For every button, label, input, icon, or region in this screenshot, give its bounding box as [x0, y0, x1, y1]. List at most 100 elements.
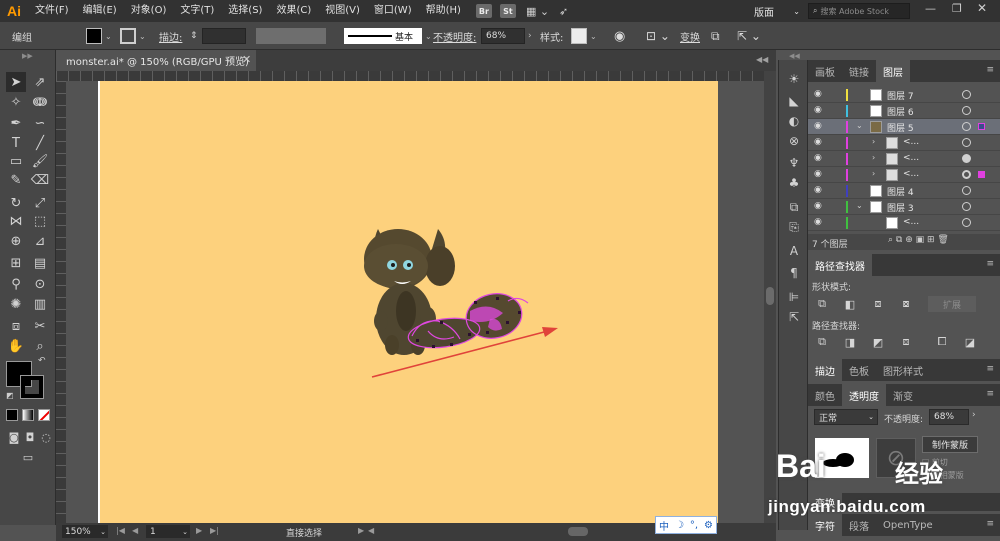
- direct-selection-tool-icon[interactable]: ⇗: [30, 72, 50, 92]
- rectangle-tool-icon[interactable]: ▭: [6, 151, 26, 171]
- perspective-grid-tool-icon[interactable]: ⊿: [30, 231, 50, 251]
- menu-effect[interactable]: 效果(C): [269, 0, 318, 22]
- selection-indicator[interactable]: [978, 123, 985, 130]
- panel-menu-icon[interactable]: ≡: [986, 364, 994, 374]
- previous-artboard-button[interactable]: ◀: [132, 526, 138, 535]
- target-icon[interactable]: [962, 106, 971, 115]
- menu-edit[interactable]: 编辑(E): [76, 0, 124, 22]
- recolor-artwork-icon[interactable]: ◉: [614, 28, 625, 44]
- collapse-icon[interactable]: ◀◀: [789, 52, 800, 60]
- eye-icon[interactable]: ◉: [814, 201, 822, 211]
- tab-character[interactable]: 字符: [808, 514, 842, 536]
- expand-button[interactable]: 扩展: [928, 296, 976, 312]
- isolate-group-icon[interactable]: ⧉: [711, 28, 720, 44]
- eye-icon[interactable]: ◉: [814, 105, 822, 115]
- shaper-tool-icon[interactable]: ✎: [6, 170, 26, 190]
- eye-icon[interactable]: ◉: [814, 169, 822, 179]
- eye-icon[interactable]: ◉: [814, 185, 822, 195]
- layer-row[interactable]: ◉ 图层 7: [808, 87, 1000, 103]
- tab-paragraph[interactable]: 段落: [842, 514, 876, 536]
- target-icon[interactable]: [962, 218, 971, 227]
- target-icon[interactable]: [962, 138, 971, 147]
- mesh-tool-icon[interactable]: ⊞: [6, 253, 26, 273]
- close-window-button[interactable]: ✕: [977, 1, 987, 15]
- minus-front-icon[interactable]: ◧: [842, 296, 858, 312]
- layer-row[interactable]: ◉ ⌄ 图层 3: [808, 199, 1000, 215]
- tab-swatches[interactable]: 色板: [842, 359, 876, 381]
- tab-stroke[interactable]: 描边: [808, 359, 842, 381]
- chevron-down-icon[interactable]: ⌄: [856, 121, 863, 130]
- draw-inside-icon[interactable]: ◌: [36, 427, 56, 447]
- tab-opentype[interactable]: OpenType: [876, 514, 940, 536]
- menu-file[interactable]: 文件(F): [28, 0, 76, 22]
- maximize-button[interactable]: ❐: [952, 2, 962, 15]
- eye-icon[interactable]: ◉: [814, 217, 822, 227]
- bridge-button[interactable]: Br: [475, 4, 492, 18]
- type-tool-icon[interactable]: T: [6, 133, 26, 153]
- menu-type[interactable]: 文字(T): [173, 0, 221, 22]
- vertical-ruler[interactable]: [56, 81, 66, 523]
- color-mode-icon[interactable]: [6, 409, 18, 421]
- divide-icon[interactable]: ⧉: [814, 334, 830, 350]
- layer-row[interactable]: ◉ › <...: [808, 167, 1000, 183]
- asset-export-icon[interactable]: ⎘: [785, 218, 803, 236]
- gpu-rocket-icon[interactable]: ➶: [559, 5, 568, 18]
- panel-menu-icon[interactable]: ≡: [986, 389, 994, 399]
- zoom-tool-icon[interactable]: ⌕: [30, 336, 50, 356]
- monster-artwork[interactable]: [98, 81, 718, 523]
- panel-menu-icon[interactable]: ≡: [986, 65, 994, 75]
- export-icon[interactable]: ⇱: [785, 308, 803, 326]
- vertical-scroll-thumb[interactable]: [766, 287, 774, 305]
- workspace-switcher[interactable]: 版面 ⌄: [754, 3, 800, 19]
- graphic-styles-icon[interactable]: ⊗: [785, 132, 803, 150]
- selection-indicator[interactable]: [978, 171, 985, 178]
- crop-icon[interactable]: ⧈: [898, 334, 914, 350]
- exclude-icon[interactable]: ⧇: [898, 296, 914, 312]
- tab-links[interactable]: 链接: [842, 60, 876, 82]
- tab-layers[interactable]: 图层: [876, 60, 910, 82]
- tab-gradient[interactable]: 渐变: [886, 384, 920, 406]
- color-guide-icon[interactable]: ☀: [785, 70, 803, 88]
- layer-row[interactable]: ◉ 图层 4: [808, 183, 1000, 199]
- zoom-level-field[interactable]: 150% ⌄: [62, 525, 108, 538]
- punctuation-icon[interactable]: °,: [690, 520, 698, 531]
- screen-mode-icon[interactable]: ▭: [18, 447, 38, 467]
- chevron-right-icon[interactable]: ›: [972, 410, 976, 420]
- target-icon[interactable]: [962, 154, 971, 163]
- eraser-tool-icon[interactable]: ⌫: [30, 170, 50, 190]
- moon-icon[interactable]: ☽: [675, 520, 684, 531]
- transparency-opacity-field[interactable]: 68%: [929, 409, 969, 425]
- gradient-tool-icon[interactable]: ▤: [30, 253, 50, 273]
- menu-window[interactable]: 窗口(W): [367, 0, 419, 22]
- graphic-style-control[interactable]: ⌄: [571, 28, 597, 44]
- libraries-icon[interactable]: ⧉: [785, 198, 803, 216]
- tab-transparency[interactable]: 透明度: [842, 384, 886, 406]
- target-icon[interactable]: [962, 202, 971, 211]
- menu-select[interactable]: 选择(S): [221, 0, 269, 22]
- menu-help[interactable]: 帮助(H): [419, 0, 468, 22]
- opacity-field[interactable]: 68% ›: [481, 28, 532, 44]
- gear-icon[interactable]: ⚙: [704, 520, 713, 531]
- symbols-icon[interactable]: ♣: [785, 174, 803, 192]
- trim-icon[interactable]: ◨: [842, 334, 858, 350]
- appearance-icon[interactable]: ◐: [785, 112, 803, 130]
- shape-builder-tool-icon[interactable]: ⊕: [6, 231, 26, 251]
- layer-row[interactable]: ◉ › <...: [808, 135, 1000, 151]
- stroke-color-control[interactable]: ⌄: [120, 28, 146, 44]
- gradient-panel-icon[interactable]: ◣: [785, 92, 803, 110]
- target-icon[interactable]: [962, 170, 971, 179]
- tab-graphic-styles[interactable]: 图形样式: [876, 359, 930, 381]
- chevron-right-icon[interactable]: ›: [872, 137, 875, 146]
- pen-tool-icon[interactable]: ✒: [6, 113, 26, 133]
- chevron-down-icon[interactable]: ⌄: [856, 201, 863, 210]
- scroll-left-arrow[interactable]: ◀: [368, 526, 374, 535]
- eye-icon[interactable]: ◉: [814, 121, 822, 131]
- collapse-icon[interactable]: ▶▶: [22, 52, 33, 60]
- status-menu-arrow[interactable]: ▶: [358, 526, 364, 535]
- panel-menu-icon[interactable]: ≡: [986, 519, 994, 529]
- layer-row[interactable]: ◉ › <...: [808, 151, 1000, 167]
- brushes-icon[interactable]: ♆: [785, 154, 803, 172]
- unite-icon[interactable]: ⧉: [814, 296, 830, 312]
- swap-colors-icon[interactable]: ↶: [38, 356, 46, 366]
- opacity-label[interactable]: 不透明度:: [433, 28, 476, 44]
